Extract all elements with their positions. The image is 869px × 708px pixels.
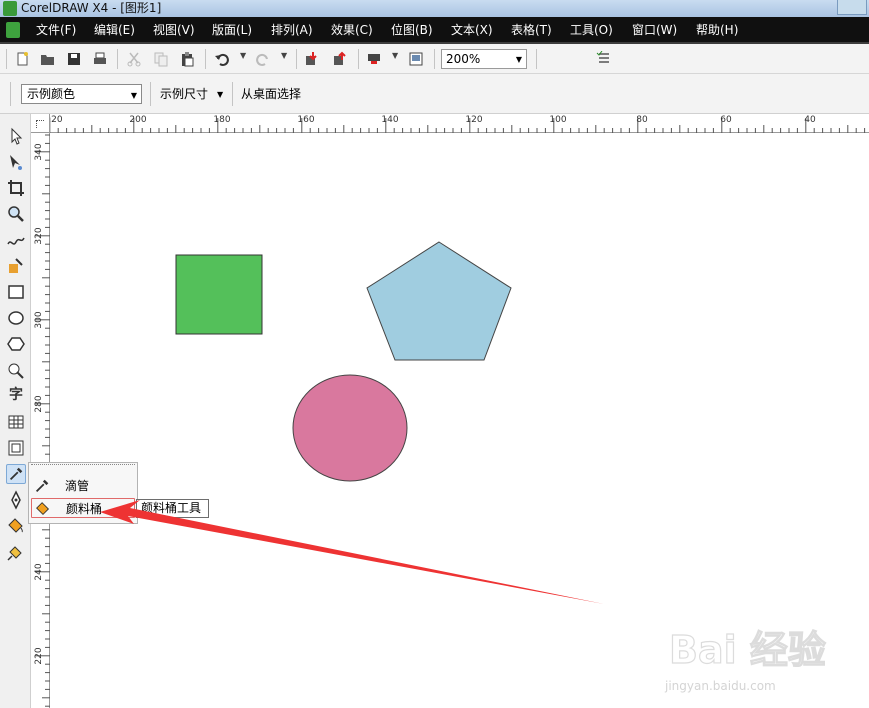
annotation-arrow (100, 500, 604, 604)
red-arrow (100, 500, 604, 604)
